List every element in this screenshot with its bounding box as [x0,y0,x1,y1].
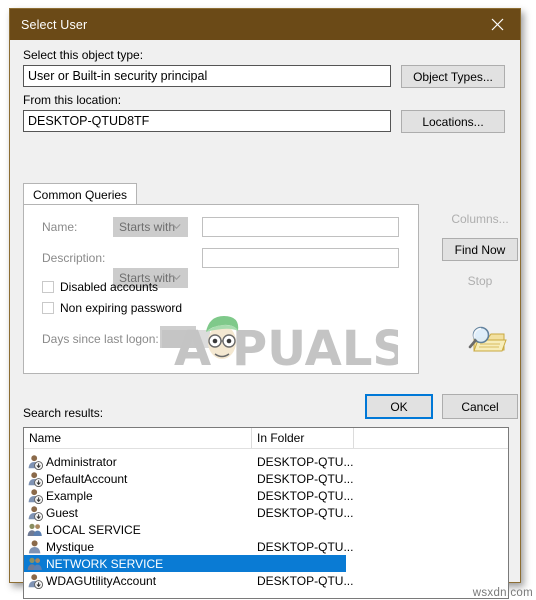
column-header-name[interactable]: Name [24,428,252,448]
table-row[interactable]: Example DESKTOP-QTU... [24,487,508,504]
table-row[interactable]: NETWORK SERVICE [24,555,346,572]
cell-in-folder: DESKTOP-QTU... [257,573,354,588]
screenshot-root: Select User Select this object type: Use… [0,0,536,600]
search-results-list[interactable]: Name In Folder Administrator DESKTOP-QTU.… [23,427,509,599]
dialog-body: Select this object type: User or Built-i… [10,40,520,599]
select-user-dialog: Select User Select this object type: Use… [9,8,521,599]
object-types-button[interactable]: Object Types... [401,65,505,88]
days-since-last-logon-select[interactable] [162,330,210,348]
chevron-down-icon [172,219,181,233]
row-name-text: LOCAL SERVICE [46,522,141,537]
cell-name: LOCAL SERVICE [24,522,252,538]
list-header: Name In Folder [24,428,508,449]
days-since-last-logon-label: Days since last logon: [42,332,159,346]
disabled-accounts-row[interactable]: Disabled accounts [42,280,158,294]
name-operator-select[interactable]: Starts with [113,217,188,237]
search-graphic [466,324,508,363]
object-type-label: Select this object type: [23,48,144,62]
non-expiring-password-row[interactable]: Non expiring password [42,301,182,315]
row-name-text: Example [46,488,93,503]
cell-name: Example [24,488,252,504]
name-value-input[interactable] [202,217,399,237]
cell-name: Guest [24,505,252,521]
tab-strip: Common Queries [23,183,138,205]
location-input[interactable]: DESKTOP-QTUD8TF [23,110,391,132]
user-account-icon [28,573,43,589]
table-row[interactable]: DefaultAccount DESKTOP-QTU... [24,470,508,487]
cell-in-folder: DESKTOP-QTU... [257,454,354,469]
find-now-button[interactable]: Find Now [442,238,518,261]
cell-name: Mystique [24,539,252,555]
row-name-text: Administrator [46,454,117,469]
cell-name: WDAGUtilityAccount [24,573,252,589]
cell-in-folder: DESKTOP-QTU... [257,471,354,486]
user-account-icon [28,471,43,487]
row-name-text: Guest [46,505,79,520]
user-account-icon [28,454,43,470]
description-value-input[interactable] [202,248,399,268]
object-type-input[interactable]: User or Built-in security principal [23,65,391,87]
name-label: Name: [42,220,78,234]
columns-button[interactable]: Columns... [442,207,518,230]
description-label: Description: [42,251,106,265]
close-icon [491,18,504,31]
locations-button[interactable]: Locations... [401,110,505,133]
disabled-accounts-checkbox[interactable] [42,281,54,293]
name-operator-value: Starts with [119,220,176,234]
table-row[interactable]: LOCAL SERVICE [24,521,508,538]
non-expiring-password-label: Non expiring password [60,301,183,315]
cancel-button[interactable]: Cancel [442,394,518,419]
magnifier-folder-icon [468,326,507,352]
ok-button[interactable]: OK [365,394,433,419]
table-row[interactable]: Administrator DESKTOP-QTU... [24,453,508,470]
row-name-text: NETWORK SERVICE [46,556,164,571]
list-body: Administrator DESKTOP-QTU... DefaultAccoun… [24,449,508,589]
column-header-extra[interactable] [354,428,508,448]
table-row[interactable]: Guest DESKTOP-QTU... [24,504,508,521]
table-row[interactable]: Mystique DESKTOP-QTU... [24,538,508,555]
source-watermark: wsxdn.com [472,587,533,599]
table-row[interactable]: WDAGUtilityAccount DESKTOP-QTU... [24,572,508,589]
row-name-text: Mystique [46,539,95,554]
title-bar: Select User [10,9,520,40]
group-account-icon [27,523,42,536]
row-name-text: WDAGUtilityAccount [46,573,157,588]
cell-name: NETWORK SERVICE [24,556,213,572]
tab-common-queries[interactable]: Common Queries [23,183,138,205]
cell-name: Administrator [24,454,252,470]
cell-in-folder: DESKTOP-QTU... [257,488,354,503]
column-header-in-folder[interactable]: In Folder [252,428,354,448]
stop-button[interactable]: Stop [442,269,518,292]
search-results-label: Search results: [23,406,104,420]
close-button[interactable] [475,9,520,40]
window-title: Select User [21,17,88,32]
location-label: From this location: [23,93,122,107]
disabled-accounts-label: Disabled accounts [60,280,159,294]
user-icon [28,539,41,553]
non-expiring-password-checkbox[interactable] [42,302,54,314]
cell-name: DefaultAccount [24,471,252,487]
user-account-icon [28,488,43,504]
row-name-text: DefaultAccount [46,471,128,486]
chevron-down-icon [172,270,181,284]
cell-in-folder: DESKTOP-QTU... [257,505,354,520]
user-account-icon [28,505,43,521]
cell-in-folder: DESKTOP-QTU... [257,539,354,554]
group-account-icon [27,557,42,570]
